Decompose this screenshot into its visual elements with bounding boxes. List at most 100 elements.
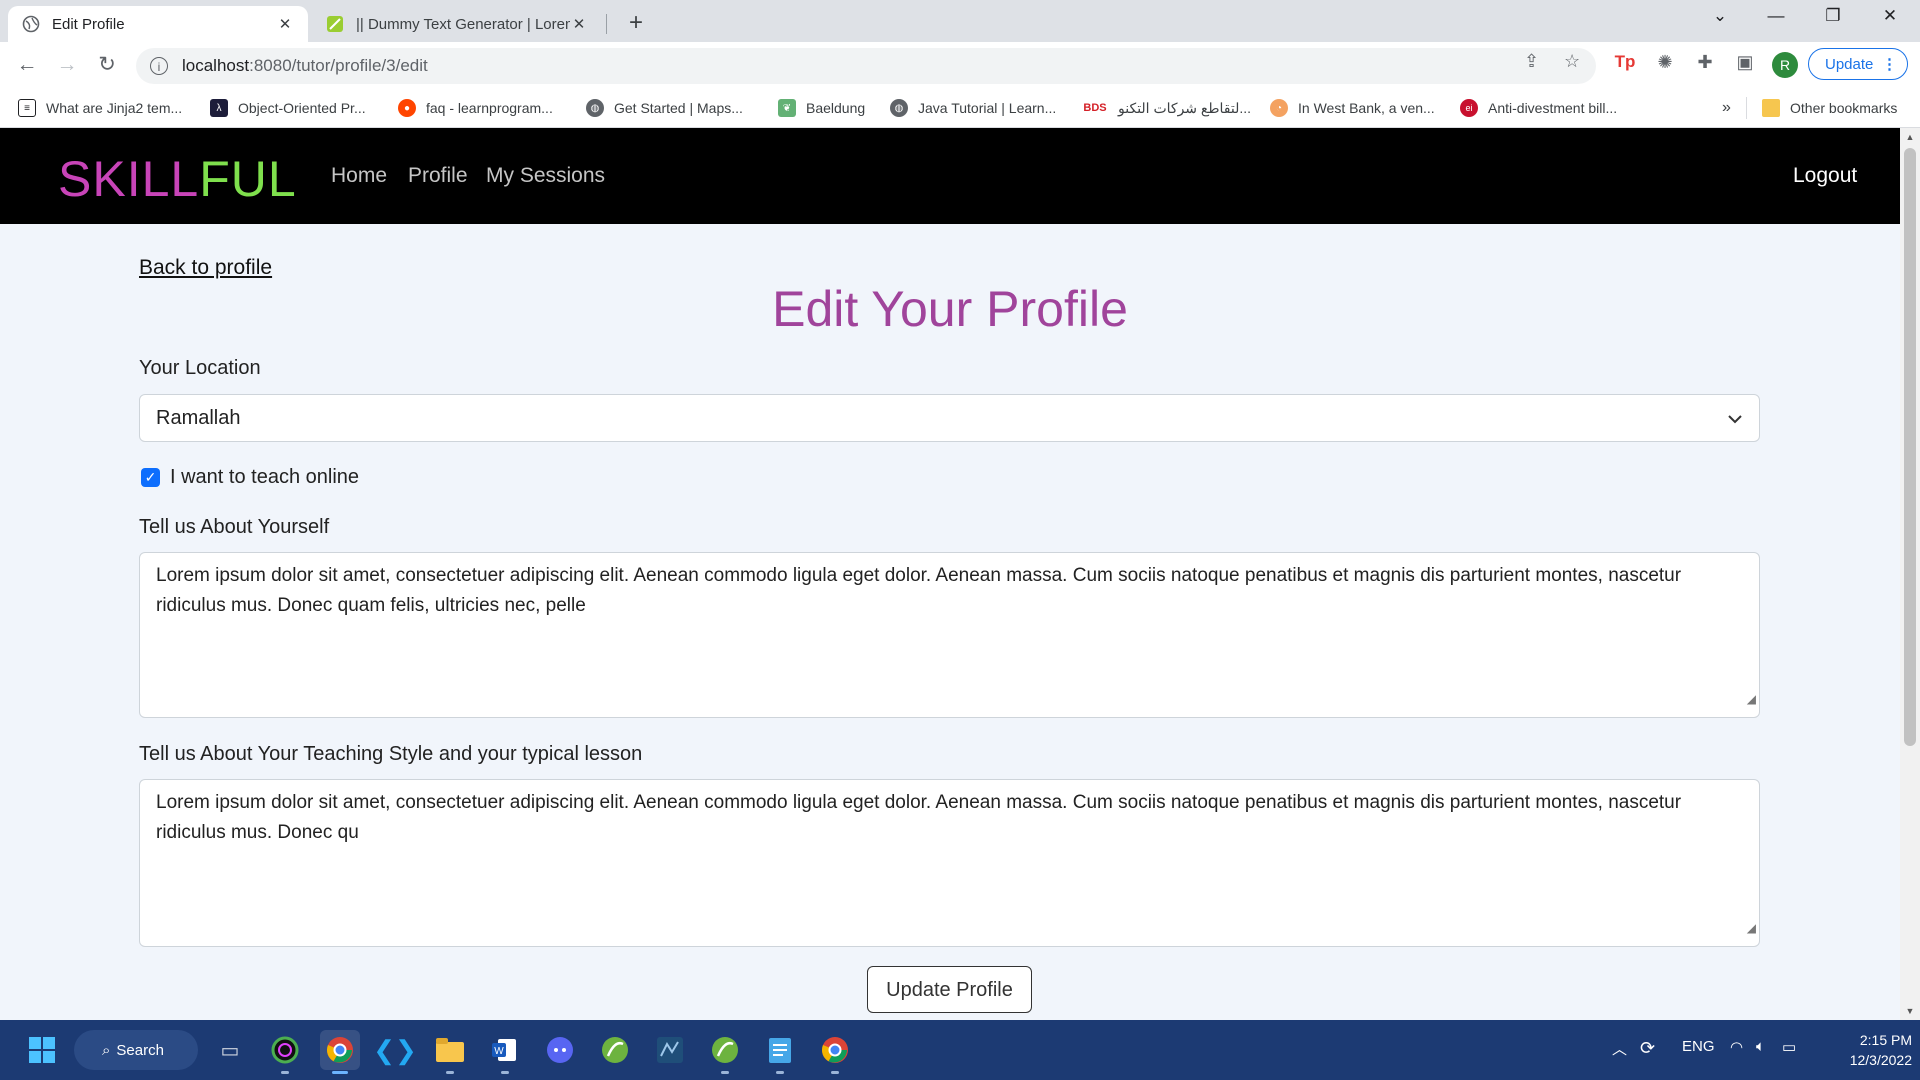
wifi-icon[interactable]: ◠ [1730, 1038, 1743, 1056]
bookmark-item[interactable]: ● faq - learnprogram... [398, 96, 553, 120]
minimize-button[interactable]: — [1753, 6, 1799, 26]
about-textarea[interactable]: Lorem ipsum dolor sit amet, consectetuer… [139, 552, 1760, 718]
tab-dummy-text-generator[interactable]: || Dummy Text Generator | Lorem ✕ [312, 6, 602, 42]
profile-avatar[interactable]: R [1772, 52, 1798, 78]
bookmark-item[interactable]: ◔ In West Bank, a ven... [1270, 96, 1435, 120]
system-clock[interactable]: 2:15 PM 12/3/2022 [1826, 1030, 1912, 1070]
back-arrow-icon[interactable]: ← [12, 50, 42, 80]
globe-icon: ◍ [586, 99, 604, 117]
volume-icon[interactable]: 🔈︎ [1756, 1038, 1765, 1055]
windows-taskbar: ⌕ Search ▭ ❮❯ W ︿ ⟳ ENG ◠ 🔈︎ ▭ 2:15 PM 1… [0, 1020, 1920, 1080]
address-bar[interactable]: i localhost:8080/tutor/profile/3/edit [136, 48, 1596, 84]
extension-bug-icon[interactable]: ✺ [1652, 52, 1678, 73]
battery-icon[interactable]: ▭ [1782, 1038, 1796, 1056]
extensions-puzzle-icon[interactable]: ✚ [1692, 52, 1718, 73]
language-indicator[interactable]: ENG [1682, 1038, 1715, 1055]
resize-grip-icon[interactable]: ◢ [1747, 913, 1756, 943]
restore-button[interactable]: ❐ [1810, 6, 1856, 26]
logout-link[interactable]: Logout [1793, 164, 1857, 188]
side-panel-icon[interactable]: ▣ [1732, 52, 1758, 73]
site-logo[interactable]: SKILLFUL [58, 150, 297, 208]
bookmark-item[interactable]: ❦ Baeldung [778, 96, 865, 120]
site-info-icon[interactable]: i [150, 57, 168, 75]
back-to-profile-link[interactable]: Back to profile [139, 256, 272, 280]
teach-online-checkbox[interactable]: ✓ [141, 468, 160, 487]
chrome-taskbar-icon[interactable] [320, 1030, 360, 1074]
nav-home-link[interactable]: Home [331, 164, 387, 188]
bookmark-item[interactable]: BDS لتقاطع شركات التكنو... [1082, 96, 1251, 120]
reload-icon[interactable]: ↻ [92, 50, 122, 80]
folder-icon [1762, 99, 1780, 117]
scroll-down-arrow-icon[interactable]: ▼ [1900, 1006, 1920, 1016]
nav-my-sessions-link[interactable]: My Sessions [486, 164, 605, 188]
page-title: Edit Your Profile [772, 281, 1128, 337]
close-window-button[interactable]: ✕ [1867, 6, 1913, 26]
leaf-icon: ❦ [778, 99, 796, 117]
scroll-up-arrow-icon[interactable]: ▲ [1900, 132, 1920, 142]
teaching-style-textarea[interactable]: Lorem ipsum dolor sit amet, consectetuer… [139, 779, 1760, 947]
vscode-icon[interactable]: ❮❯ [373, 1030, 417, 1070]
bookmark-star-icon[interactable]: ☆ [1564, 51, 1580, 72]
notepad-icon[interactable] [760, 1030, 800, 1074]
discord-icon[interactable] [540, 1030, 580, 1070]
chrome-taskbar-icon[interactable] [815, 1030, 855, 1074]
swirl-icon: ◔ [1270, 99, 1288, 117]
chevron-down-icon [1727, 408, 1743, 429]
clock-time: 2:15 PM [1859, 1032, 1912, 1048]
other-bookmarks[interactable]: Other bookmarks [1762, 96, 1897, 120]
windows-start-icon[interactable] [22, 1030, 62, 1070]
task-view-icon[interactable]: ▭ [210, 1030, 250, 1070]
forward-arrow-icon[interactable]: → [52, 50, 82, 80]
close-tab-icon[interactable]: ✕ [276, 15, 294, 33]
leaf-icon [326, 15, 344, 33]
url-text[interactable]: localhost:8080/tutor/profile/3/edit [182, 56, 428, 76]
site-navbar: SKILLFUL Home Profile My Sessions Logout [0, 128, 1900, 224]
share-icon[interactable]: ⇪ [1524, 51, 1539, 72]
about-text: Lorem ipsum dolor sit amet, consectetuer… [156, 565, 1682, 616]
svg-text:W: W [494, 1046, 504, 1057]
teach-online-label[interactable]: I want to teach online [170, 466, 359, 489]
page-viewport: SKILLFUL Home Profile My Sessions Logout… [0, 128, 1900, 1020]
spring-tool-icon[interactable] [595, 1030, 635, 1070]
browser-toolbar: ← → ↻ i localhost:8080/tutor/profile/3/e… [0, 42, 1920, 88]
globe-icon [22, 15, 40, 33]
nav-profile-link[interactable]: Profile [408, 164, 468, 188]
tab-search-chevron-icon[interactable]: ⌄ [1697, 6, 1743, 26]
bookmark-item[interactable]: ◍ Get Started | Maps... [586, 96, 743, 120]
file-explorer-icon[interactable] [430, 1030, 470, 1074]
update-profile-button[interactable]: Update Profile [867, 966, 1032, 1013]
tab-divider [606, 14, 607, 34]
close-tab-icon[interactable]: ✕ [570, 15, 588, 33]
bookmark-item[interactable]: ≡ What are Jinja2 tem... [18, 96, 182, 120]
mysql-workbench-icon[interactable] [650, 1030, 690, 1070]
new-tab-button[interactable]: + [622, 9, 650, 37]
page-scrollbar[interactable]: ▲ ▼ [1900, 128, 1920, 1020]
bds-icon: BDS [1083, 102, 1107, 114]
lambda-icon: λ [210, 99, 228, 117]
ei-icon: ei [1460, 99, 1478, 117]
location-select[interactable]: Ramallah [139, 394, 1760, 442]
chrome-update-button[interactable]: Update ⋮ [1808, 48, 1908, 80]
reddit-icon: ● [398, 99, 416, 117]
about-label: Tell us About Yourself [139, 516, 330, 538]
bookmarks-overflow-button[interactable]: » [1722, 96, 1731, 120]
tab-edit-profile[interactable]: Edit Profile ✕ [8, 6, 308, 42]
resize-grip-icon[interactable]: ◢ [1747, 684, 1756, 714]
app-circle-icon[interactable] [265, 1030, 305, 1074]
scrollbar-thumb[interactable] [1904, 148, 1916, 746]
chevron-up-icon[interactable]: ︿ [1612, 1038, 1627, 1059]
taskbar-search[interactable]: ⌕ Search [74, 1030, 198, 1070]
globe-icon: ◍ [890, 99, 908, 117]
bookmarks-bar: ≡ What are Jinja2 tem... λ Object-Orient… [0, 88, 1920, 128]
location-selected-value: Ramallah [156, 406, 241, 429]
bookmark-item[interactable]: ei Anti-divestment bill... [1460, 96, 1617, 120]
spring-tool-icon[interactable] [705, 1030, 745, 1074]
teaching-style-label: Tell us About Your Teaching Style and yo… [139, 743, 643, 765]
bookmark-item[interactable]: ◍ Java Tutorial | Learn... [890, 96, 1056, 120]
extension-tp-icon[interactable]: Tp [1612, 52, 1638, 72]
sync-icon[interactable]: ⟳ [1640, 1038, 1655, 1059]
word-icon[interactable]: W [485, 1030, 525, 1074]
bookmark-item[interactable]: λ Object-Oriented Pr... [210, 96, 366, 120]
bookmarks-divider [1746, 97, 1747, 119]
tab-title: Edit Profile [52, 15, 125, 33]
